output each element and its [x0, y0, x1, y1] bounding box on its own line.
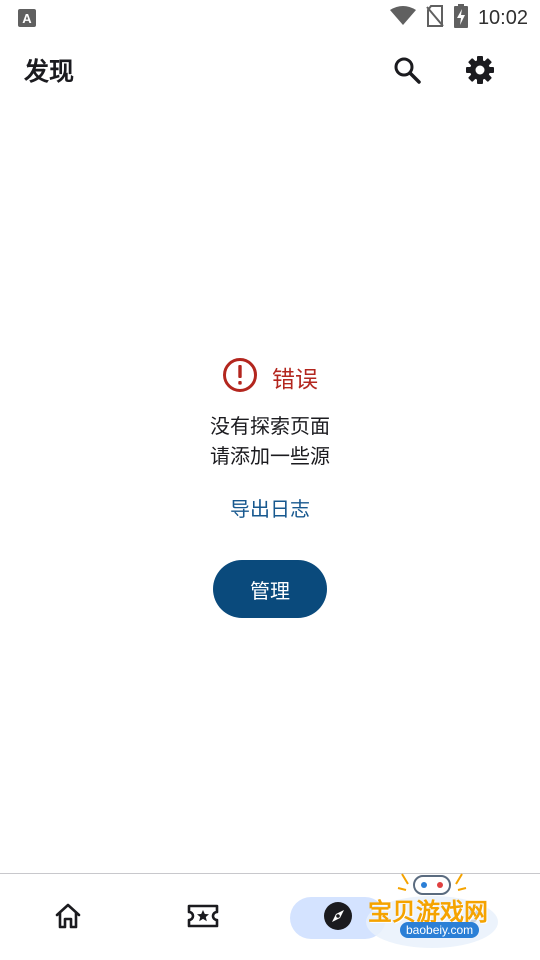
settings-button[interactable]: [458, 50, 502, 94]
watermark: 宝贝游戏网 baobeiy.com: [362, 866, 512, 956]
star-ticket-icon: [187, 903, 219, 933]
home-icon: [53, 902, 83, 934]
svg-text:A: A: [22, 11, 32, 26]
settings-gear-icon: [465, 55, 495, 89]
status-icons: 10:02: [389, 4, 528, 32]
no-sim-icon: [426, 5, 444, 31]
search-icon: [393, 56, 421, 88]
watermark-url: baobeiy.com: [400, 922, 480, 938]
top-app-bar: 发现: [0, 36, 540, 108]
error-heading: 错误: [0, 355, 540, 399]
status-bar: A 10:02: [0, 0, 540, 36]
search-button[interactable]: [385, 50, 429, 94]
status-time: 10:02: [477, 6, 528, 29]
nav-item-updates[interactable]: [135, 874, 270, 960]
export-log-link[interactable]: 导出日志: [0, 493, 540, 522]
compass-icon: [323, 901, 353, 935]
error-message-line2: 请添加一些源: [210, 444, 330, 468]
manage-button[interactable]: 管理: [213, 560, 327, 618]
error-title: 错误: [272, 367, 318, 393]
error-message: 没有探索页面 请添加一些源: [0, 411, 540, 471]
nav-item-home[interactable]: [0, 874, 135, 960]
battery-charging-icon: [453, 4, 468, 32]
error-circle-icon: [222, 357, 258, 397]
wifi-icon: [389, 6, 416, 30]
a-notification-icon: A: [18, 9, 36, 27]
error-message-line1: 没有探索页面: [210, 414, 330, 438]
page-title: 发现: [24, 57, 75, 86]
